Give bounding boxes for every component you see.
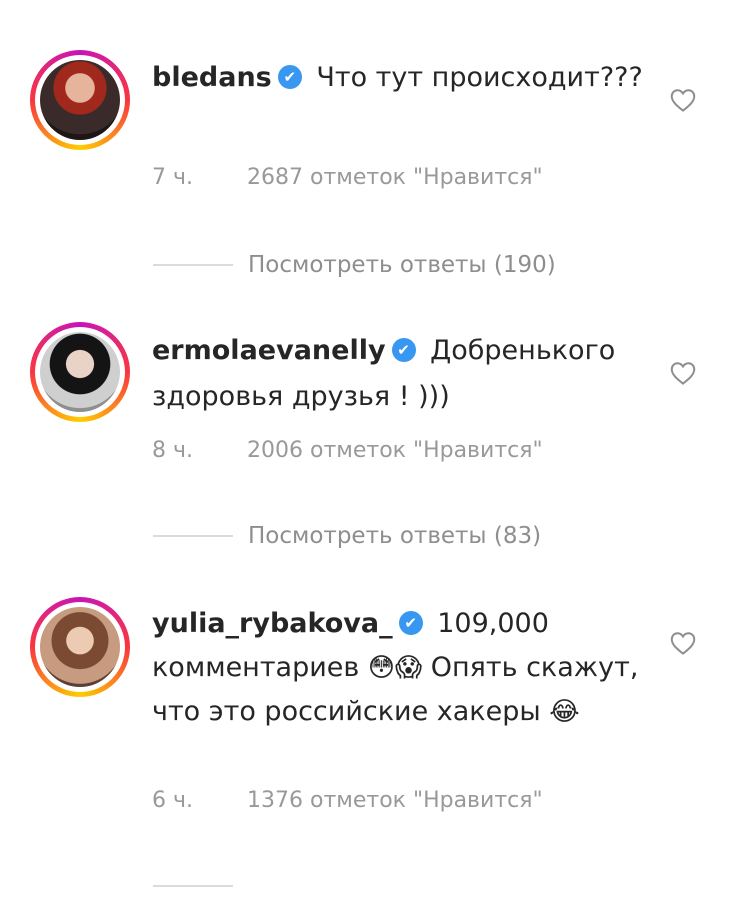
avatar-frame (35, 327, 125, 417)
avatar-frame (35, 55, 125, 145)
avatar-frame (35, 602, 125, 692)
view-replies-link[interactable]: Посмотреть ответы (190) (248, 252, 556, 278)
comment-text-block: yulia_rybakova_ ✔ 109,000 комментариев 😳😱… (152, 602, 652, 734)
comment-time: 8 ч. (152, 438, 193, 463)
comment-likes[interactable]: 1376 отметок "Нравится" (247, 788, 543, 813)
comment-meta: 8 ч. 2006 отметок "Нравится" (152, 438, 543, 463)
replies-row-bottom-cut (0, 866, 750, 906)
verified-badge-icon: ✔ (277, 64, 302, 89)
view-replies-row: Посмотреть ответы (190) (0, 245, 750, 285)
avatar-photo (40, 607, 120, 687)
comment-meta: 7 ч. 2687 отметок "Нравится" (152, 165, 543, 190)
avatar[interactable] (30, 50, 130, 150)
comment-username[interactable]: ermolaevanelly (152, 335, 386, 366)
avatar[interactable] (30, 597, 130, 697)
comment-time: 7 ч. (152, 165, 193, 190)
replies-divider (153, 264, 233, 266)
emoji-flushed-scream: 😳😱 (367, 653, 423, 683)
emoji-tears-of-joy: 😂 (549, 697, 580, 727)
comment-username[interactable]: bledans (152, 62, 272, 93)
comment-text-block: ermolaevanelly ✔ Добренького здоровья дру… (152, 328, 652, 420)
heart-icon[interactable] (668, 85, 698, 115)
comment-meta: 6 ч. 1376 отметок "Нравится" (152, 788, 543, 813)
replies-row-top-cut (0, 0, 750, 40)
replies-divider (153, 535, 233, 537)
comment-time: 6 ч. (152, 788, 193, 813)
view-replies-row: Посмотреть ответы (83) (0, 516, 750, 556)
comment-username[interactable]: yulia_rybakova_ (152, 608, 393, 639)
view-replies-link[interactable]: Посмотреть ответы (83) (248, 523, 541, 549)
verified-badge-icon: ✔ (398, 610, 423, 635)
comment-text: Что тут происходит??? (316, 62, 643, 93)
avatar-photo (40, 332, 120, 412)
comment-text-block: bledans ✔ Что тут происходит??? (152, 55, 652, 101)
replies-divider (153, 885, 233, 887)
heart-icon[interactable] (668, 358, 698, 388)
comment-likes[interactable]: 2687 отметок "Нравится" (247, 165, 543, 190)
verified-badge-icon: ✔ (391, 337, 416, 362)
comment-likes[interactable]: 2006 отметок "Нравится" (247, 438, 543, 463)
avatar[interactable] (30, 322, 130, 422)
heart-icon[interactable] (668, 628, 698, 658)
avatar-photo (40, 60, 120, 140)
